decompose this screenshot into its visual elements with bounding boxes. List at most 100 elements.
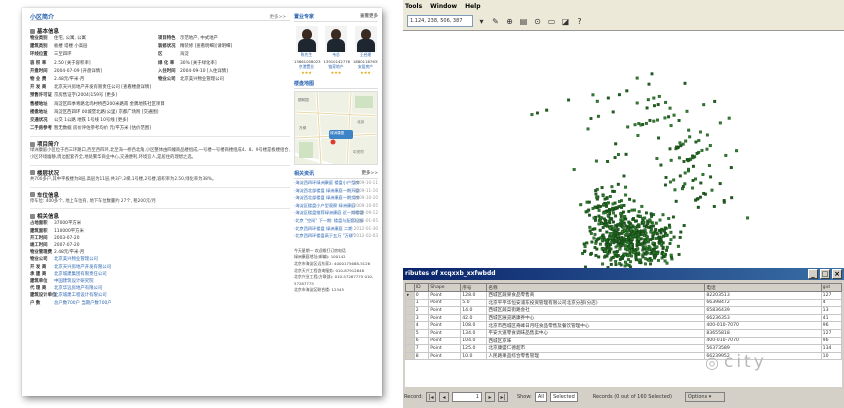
map-point[interactable] (597, 255, 601, 259)
map-point[interactable] (655, 237, 658, 240)
map-point[interactable] (612, 234, 616, 238)
close-icon[interactable]: × (832, 269, 842, 279)
map-point[interactable] (621, 221, 625, 225)
map-point[interactable] (612, 220, 615, 224)
map-point[interactable] (572, 168, 576, 171)
map-point[interactable] (646, 238, 650, 242)
map-point[interactable] (623, 215, 627, 218)
row-selector[interactable] (405, 344, 415, 353)
map-point[interactable] (594, 159, 598, 163)
map-point[interactable] (667, 217, 671, 220)
news-item[interactable]: ·海淀区楼盘小户型观察 绿洲康庭 2009-10-05 (294, 202, 378, 210)
map-point[interactable] (601, 194, 605, 198)
map-point[interactable] (644, 211, 648, 215)
map-point[interactable] (626, 225, 630, 228)
map-point[interactable] (695, 151, 699, 155)
map-point[interactable] (594, 253, 598, 257)
map-point[interactable] (629, 244, 633, 248)
map-point[interactable] (608, 221, 612, 225)
map-point[interactable] (597, 222, 601, 226)
map-point[interactable] (605, 239, 609, 243)
map-point[interactable] (630, 208, 634, 212)
map-point[interactable] (600, 222, 604, 226)
map-point[interactable] (608, 250, 612, 254)
map-point[interactable] (657, 94, 661, 98)
map-point[interactable] (661, 255, 665, 259)
map-point[interactable] (536, 111, 539, 115)
menu-tools[interactable]: Tools (405, 3, 422, 10)
map-point[interactable] (669, 124, 673, 128)
map-point[interactable] (602, 203, 606, 207)
first-record-icon[interactable]: |◂ (425, 392, 436, 402)
map-point[interactable] (585, 241, 589, 245)
map-point[interactable] (608, 208, 611, 211)
row-selector-header[interactable] (405, 283, 415, 292)
map-point[interactable] (628, 197, 632, 201)
map-point[interactable] (664, 234, 668, 238)
map-point[interactable] (712, 205, 716, 208)
map-point[interactable] (644, 121, 648, 125)
column-header[interactable]: ID (413, 283, 430, 292)
show-all-button[interactable]: All (534, 392, 548, 402)
map-point[interactable] (652, 251, 656, 255)
map-point[interactable] (684, 139, 688, 143)
map-point[interactable] (638, 214, 642, 218)
map-point[interactable] (663, 116, 667, 120)
map-point[interactable] (661, 241, 665, 245)
options-button[interactable]: Options ▾ (684, 392, 725, 402)
map-point[interactable] (633, 219, 637, 223)
map-point[interactable] (727, 116, 731, 120)
agent-name[interactable]: 陈先生 (294, 52, 319, 58)
map-point[interactable] (628, 221, 631, 225)
map-point[interactable] (629, 228, 633, 232)
map-point[interactable] (705, 133, 709, 137)
map-point[interactable] (681, 185, 685, 189)
map-point[interactable] (641, 244, 645, 248)
agents-more-link[interactable]: 查看更多 (360, 13, 378, 19)
help-tool-icon[interactable]: ? (574, 16, 585, 27)
prev-record-icon[interactable]: ◂ (438, 392, 449, 402)
news-title[interactable]: ·海淀西北部楼盘 绿洲康庭一期开盘 (294, 188, 359, 193)
last-record-icon[interactable]: ▸| (497, 392, 508, 402)
map-point[interactable] (636, 214, 640, 218)
agent-card[interactable]: 韦总 13910142776 链家地产 ★★★ (324, 26, 350, 75)
map-point[interactable] (588, 225, 592, 229)
map-point[interactable] (614, 263, 618, 267)
related-value[interactable]: 北京天兴房地产开发有限公司 (54, 264, 290, 271)
map-point[interactable] (703, 192, 707, 196)
map-point[interactable] (599, 216, 603, 220)
map-point[interactable] (651, 241, 655, 245)
news-item[interactable]: ·海淀西北部楼盘 绿洲康庭一期开盘 2009-11-10 (294, 187, 378, 195)
map-point[interactable] (664, 183, 667, 187)
map-point[interactable] (683, 81, 687, 85)
map-point[interactable] (635, 101, 639, 105)
map-point[interactable] (691, 154, 695, 158)
map-point[interactable] (746, 216, 750, 220)
map-point[interactable] (676, 244, 680, 248)
map-point[interactable] (641, 255, 645, 259)
map-point[interactable] (649, 227, 653, 231)
map-point[interactable] (691, 179, 695, 182)
show-selected-button[interactable]: Selected (550, 392, 578, 402)
column-header[interactable]: 名称 (486, 283, 706, 292)
map-point[interactable] (655, 232, 659, 236)
map-point[interactable] (660, 227, 664, 231)
zoom-tool-icon[interactable]: ⊙ (532, 16, 543, 27)
map-point[interactable] (642, 234, 646, 238)
map-point[interactable] (718, 121, 722, 125)
map-point[interactable] (617, 153, 620, 157)
map-point[interactable] (694, 140, 698, 144)
map-point[interactable] (623, 260, 627, 264)
map-point[interactable] (681, 142, 685, 146)
map-point[interactable] (613, 231, 617, 235)
layer-tool-icon[interactable]: ▤ (518, 16, 529, 27)
map-point[interactable] (615, 249, 619, 253)
news-title[interactable]: ·北京西四环楼盘高于五万 "万柳" (294, 233, 355, 238)
map-point[interactable] (628, 260, 632, 264)
map-point[interactable] (600, 238, 604, 242)
map-point[interactable] (626, 236, 630, 240)
map-point[interactable] (685, 109, 689, 113)
map-point[interactable] (671, 215, 675, 219)
map-point[interactable] (587, 200, 591, 204)
map-point[interactable] (709, 175, 713, 179)
